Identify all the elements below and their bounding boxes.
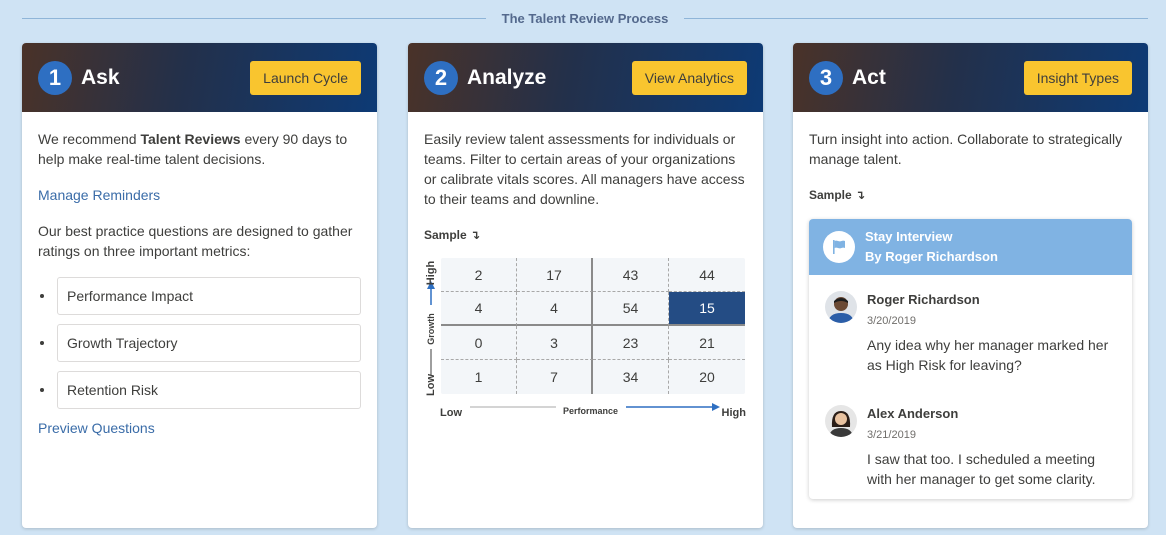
message-text: Any idea why her manager marked her as H… — [867, 337, 1109, 373]
list-item: Retention Risk — [38, 371, 361, 409]
sample-label: Sample ↴ — [809, 188, 866, 202]
matrix-cell[interactable]: 23 — [593, 326, 669, 360]
heading-rule-right — [684, 17, 1149, 19]
step-number-badge: 2 — [424, 60, 458, 95]
message-text: I saw that too. I scheduled a meeting wi… — [867, 451, 1096, 487]
question-box[interactable]: Growth Trajectory — [57, 324, 361, 362]
matrix-cell[interactable]: 1 — [441, 360, 517, 394]
message-date: 3/20/2019 — [867, 315, 916, 327]
analyze-card: 2 Analyze View Analytics Easily review t… — [408, 43, 763, 528]
manage-reminders-link[interactable]: Manage Reminders — [38, 185, 361, 205]
matrix-cell[interactable]: 43 — [593, 258, 669, 292]
matrix-cell[interactable]: 21 — [669, 326, 745, 360]
message-author: Roger Richardson — [867, 292, 980, 307]
message-content: Alex Anderson 3/21/2019 I saw that too. … — [867, 405, 1116, 489]
bullet-icon — [40, 294, 44, 298]
matrix-cell[interactable]: 20 — [669, 360, 745, 394]
intro-text-part: We recommend — [38, 131, 141, 147]
page-title: The Talent Review Process — [501, 10, 669, 26]
preview-questions-link[interactable]: Preview Questions — [38, 418, 361, 438]
bullet-icon — [40, 341, 44, 345]
x-axis-title: Performance — [563, 406, 619, 416]
y-axis: Low Growth High — [424, 257, 438, 396]
x-axis-high-label: High — [721, 407, 746, 419]
message-item: Alex Anderson 3/21/2019 I saw that too. … — [809, 385, 1132, 499]
message-author: Alex Anderson — [867, 406, 959, 421]
message-date: 3/21/2019 — [867, 429, 916, 441]
analyze-card-body: Easily review talent assessments for ind… — [408, 112, 763, 444]
matrix-cell[interactable]: 34 — [593, 360, 669, 394]
matrix-cell[interactable]: 4 — [441, 292, 517, 326]
matrix-cell[interactable]: 0 — [441, 326, 517, 360]
talent-matrix: 2 17 43 44 4 4 54 15 0 3 23 21 1 7 34 20 — [441, 258, 745, 394]
matrix-cell[interactable]: 54 — [593, 292, 669, 326]
view-analytics-button[interactable]: View Analytics — [631, 61, 747, 95]
launch-cycle-button[interactable]: Launch Cycle — [250, 61, 361, 95]
avatar — [825, 291, 857, 323]
sample-label: Sample ↴ — [424, 228, 481, 242]
act-card-body: Turn insight into action. Collaborate to… — [793, 112, 1148, 516]
nine-box-chart: Low Growth High 2 17 43 44 4 4 54 15 0 3… — [424, 257, 747, 427]
intro-text-bold: Talent Reviews — [140, 131, 241, 147]
ask-card-body: We recommend Talent Reviews every 90 day… — [22, 112, 377, 455]
ask-card: 1 Ask Launch Cycle We recommend Talent R… — [22, 43, 377, 528]
matrix-cell-highlighted[interactable]: 15 — [669, 292, 745, 326]
question-box[interactable]: Performance Impact — [57, 277, 361, 315]
act-card: 3 Act Insight Types Turn insight into ac… — [793, 43, 1148, 528]
questions-description: Our best practice questions are designed… — [38, 223, 353, 259]
conversation-author: By Roger Richardson — [865, 249, 998, 264]
list-item: Growth Trajectory — [38, 324, 361, 362]
conversation-title-block: Stay Interview By Roger Richardson — [865, 227, 998, 267]
analyze-description: Easily review talent assessments for ind… — [424, 131, 745, 207]
card-title: Analyze — [467, 65, 547, 89]
insight-types-button[interactable]: Insight Types — [1023, 61, 1132, 95]
step-number-badge: 1 — [38, 60, 72, 95]
message-content: Roger Richardson 3/20/2019 Any idea why … — [867, 291, 1116, 375]
questions-list: Performance Impact Growth Trajectory Ret… — [38, 277, 361, 409]
x-axis: Low Performance High — [440, 400, 746, 419]
matrix-cell[interactable]: 17 — [517, 258, 593, 292]
y-axis-high-label: High — [425, 260, 437, 286]
bullet-icon — [40, 388, 44, 392]
stay-interview-panel: Stay Interview By Roger Richardson Roger… — [809, 219, 1132, 499]
act-card-header: 3 Act Insight Types — [793, 43, 1148, 112]
card-title: Ask — [81, 65, 120, 89]
flag-icon — [823, 231, 855, 263]
ask-card-header: 1 Ask Launch Cycle — [22, 43, 377, 112]
analyze-card-header: 2 Analyze View Analytics — [408, 43, 763, 112]
card-title: Act — [852, 65, 886, 89]
question-box[interactable]: Retention Risk — [57, 371, 361, 409]
matrix-cell[interactable]: 44 — [669, 258, 745, 292]
matrix-cell[interactable]: 7 — [517, 360, 593, 394]
heading-rule-left — [22, 17, 486, 19]
list-item: Performance Impact — [38, 277, 361, 315]
avatar — [825, 405, 857, 437]
conversation-title: Stay Interview — [865, 229, 953, 244]
step-number-badge: 3 — [809, 60, 843, 95]
intro-text: We recommend Talent Reviews every 90 day… — [38, 129, 361, 169]
matrix-cell[interactable]: 3 — [517, 326, 593, 360]
matrix-cell[interactable]: 4 — [517, 292, 593, 326]
section-heading: The Talent Review Process — [22, 8, 1149, 28]
act-description: Turn insight into action. Collaborate to… — [809, 131, 1123, 167]
message-item: Roger Richardson 3/20/2019 Any idea why … — [809, 275, 1132, 385]
conversation-header: Stay Interview By Roger Richardson — [809, 219, 1132, 275]
matrix-cell[interactable]: 2 — [441, 258, 517, 292]
